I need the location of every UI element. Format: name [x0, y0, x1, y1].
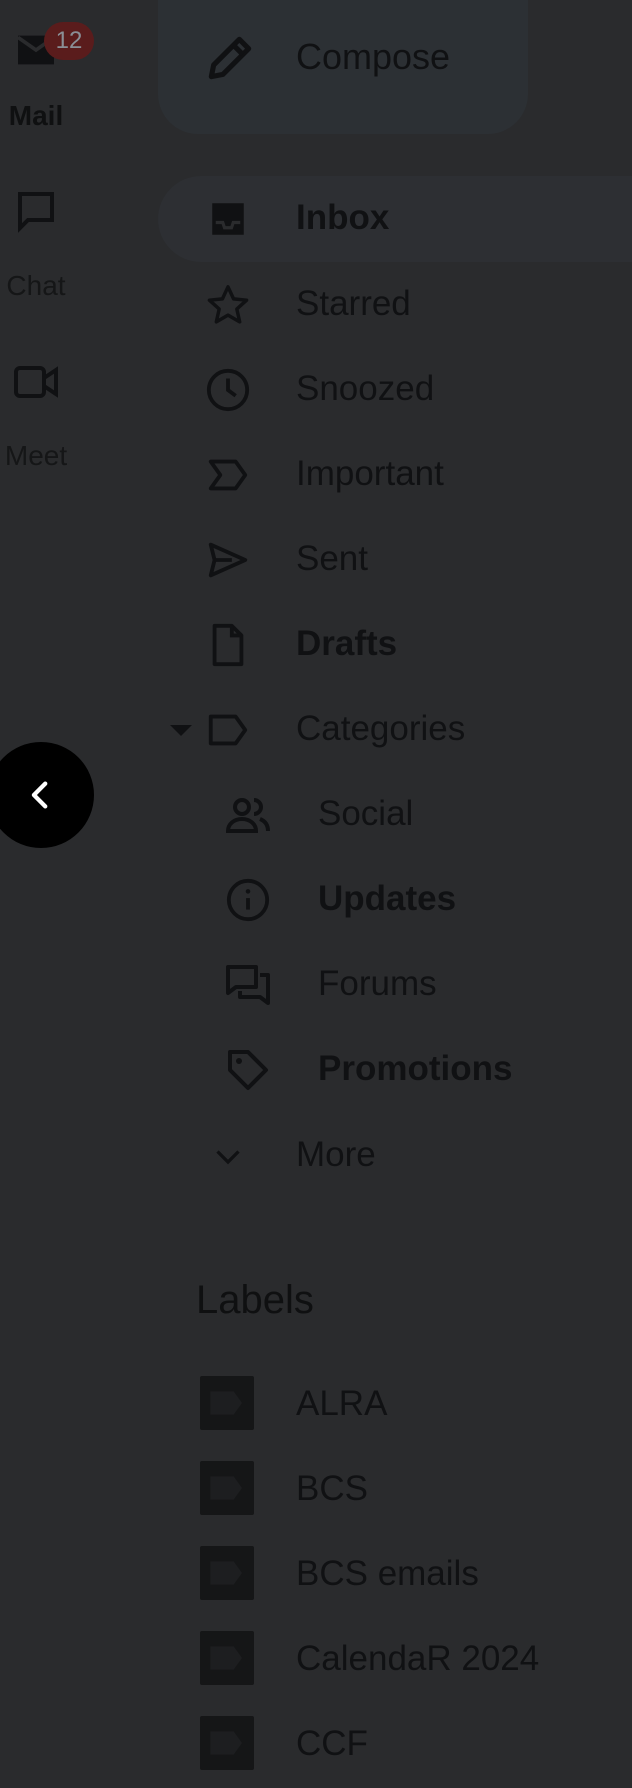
nav-item-important[interactable]: Important	[158, 432, 632, 518]
nav-item-label: More	[296, 1135, 376, 1174]
label-icon	[200, 1376, 254, 1430]
label-item-calendar-2024[interactable]: CalendaR 2024	[158, 1617, 632, 1703]
nav-item-label: Categories	[296, 709, 466, 748]
rail-item-chat[interactable]: Chat	[0, 190, 72, 301]
video-icon	[12, 366, 60, 398]
rail-item-label: Mail	[8, 100, 64, 131]
label-icon	[200, 1716, 254, 1770]
important-icon	[204, 451, 252, 499]
nav-item-starred[interactable]: Starred	[158, 262, 632, 348]
label-item-alra[interactable]: ALRA	[158, 1362, 632, 1448]
nav-item-label: Social	[318, 794, 414, 833]
inbox-icon	[204, 195, 252, 243]
label-name: CCF	[296, 1724, 368, 1763]
unread-count-badge: 12	[44, 22, 94, 60]
people-icon	[224, 791, 272, 839]
labels-heading: Labels	[196, 1278, 314, 1322]
rail-item-mail[interactable]: 12 Mail	[0, 18, 94, 131]
clock-icon	[204, 366, 252, 414]
label-item-bcs[interactable]: BCS	[158, 1447, 632, 1533]
chat-icon	[12, 192, 60, 233]
chevron-down-icon	[204, 1132, 252, 1180]
label-icon	[200, 1631, 254, 1685]
nav-item-snoozed[interactable]: Snoozed	[158, 347, 632, 433]
compose-label: Compose	[296, 36, 451, 77]
nav-item-label: Starred	[296, 284, 411, 323]
nav-item-categories[interactable]: Categories	[158, 687, 632, 773]
label-item-ccf[interactable]: CCF	[158, 1702, 632, 1788]
nav-item-label: Important	[296, 454, 444, 493]
nav-item-inbox[interactable]: Inbox	[158, 176, 632, 262]
rail-item-label: Chat	[6, 270, 66, 301]
label-item-bcs-emails[interactable]: BCS emails	[158, 1532, 632, 1618]
navigation-rail: 12 Mail Chat Meet	[0, 0, 94, 1769]
nav-item-promotions[interactable]: Promotions	[158, 1027, 632, 1113]
nav-item-label: Inbox	[296, 198, 390, 237]
label-name: CalendaR 2024	[296, 1639, 540, 1678]
chevron-left-icon	[24, 778, 58, 812]
label-icon	[200, 1546, 254, 1600]
pencil-icon	[202, 30, 258, 86]
label-name: BCS emails	[296, 1554, 479, 1593]
label-outline-icon	[204, 706, 252, 754]
compose-button[interactable]: Compose	[158, 0, 528, 134]
nav-item-label: Drafts	[296, 624, 398, 663]
nav-item-label: Snoozed	[296, 369, 435, 408]
info-icon	[224, 876, 272, 924]
label-name: BCS	[296, 1469, 368, 1508]
nav-item-label: Sent	[296, 539, 368, 578]
nav-item-sent[interactable]: Sent	[158, 517, 632, 603]
nav-item-drafts[interactable]: Drafts	[158, 602, 632, 688]
draft-icon	[204, 621, 252, 669]
forum-icon	[224, 961, 272, 1009]
nav-item-social[interactable]: Social	[158, 772, 632, 858]
rail-item-meet[interactable]: Meet	[0, 360, 72, 471]
nav-item-more[interactable]: More	[158, 1113, 632, 1199]
tag-icon	[224, 1046, 272, 1094]
label-name: ALRA	[296, 1384, 388, 1423]
label-icon	[200, 1461, 254, 1515]
nav-item-updates[interactable]: Updates	[158, 857, 632, 943]
nav-item-label: Forums	[318, 964, 437, 1003]
nav-item-forums[interactable]: Forums	[158, 942, 632, 1028]
nav-item-label: Promotions	[318, 1049, 513, 1088]
star-icon	[204, 281, 252, 329]
nav-item-label: Updates	[318, 879, 457, 918]
send-icon	[204, 536, 252, 584]
rail-item-label: Meet	[4, 440, 68, 471]
